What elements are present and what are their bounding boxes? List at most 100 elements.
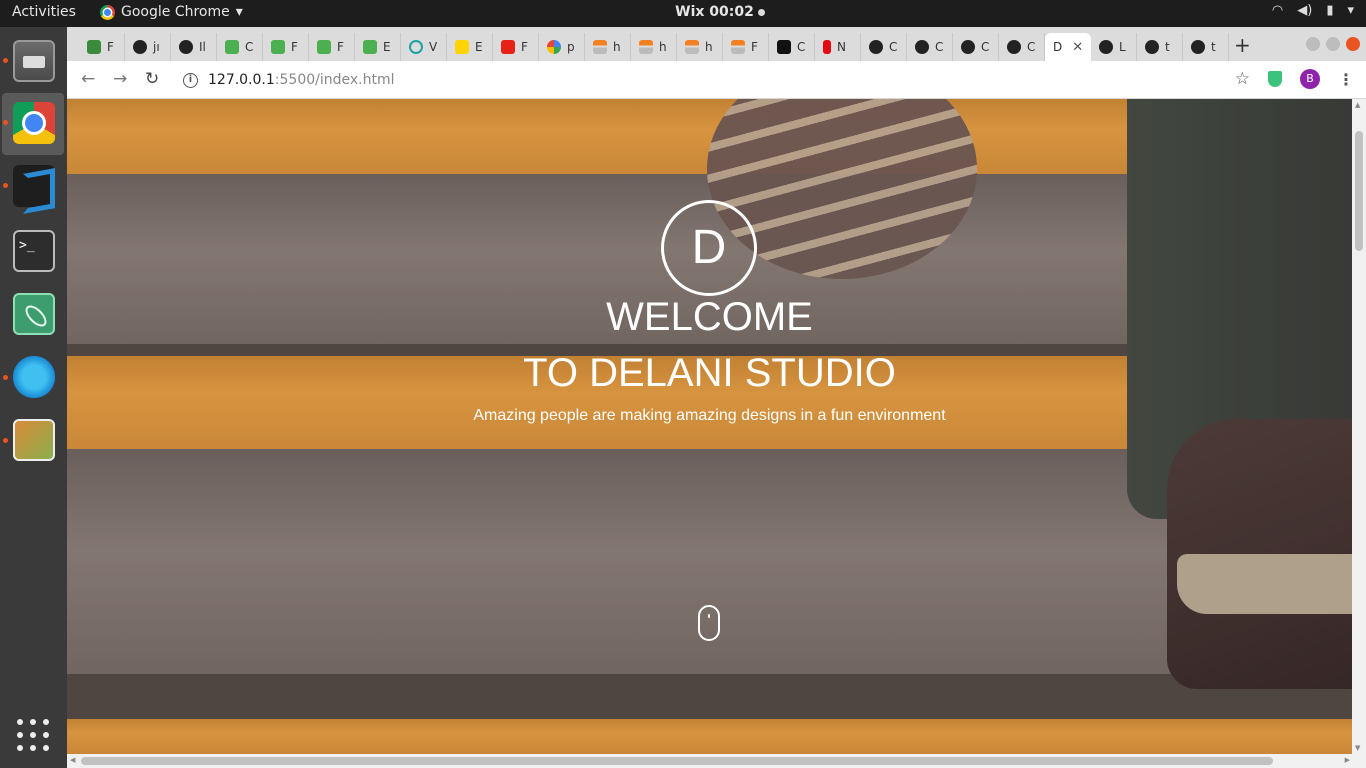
tab-title: t — [1211, 40, 1216, 54]
reload-button[interactable]: ↻ — [145, 69, 159, 89]
tab[interactable]: C — [907, 33, 953, 61]
scroll-down-arrow-icon[interactable]: ▼ — [1355, 744, 1360, 752]
tab[interactable]: jı — [125, 33, 171, 61]
w3schools-icon — [225, 40, 239, 54]
scroll-up-arrow-icon[interactable]: ▲ — [1355, 101, 1360, 109]
new-tab-button[interactable]: + — [1234, 33, 1251, 57]
back-button[interactable]: ← — [81, 69, 95, 89]
tab[interactable]: C — [769, 33, 815, 61]
address-bar[interactable]: i 127.0.0.1:5500/index.html — [183, 67, 1223, 93]
site-info-icon[interactable]: i — [183, 72, 198, 88]
atom-icon — [13, 293, 55, 335]
tab[interactable]: F — [309, 33, 355, 61]
minimize-button[interactable] — [1306, 37, 1320, 51]
extension-shield-icon[interactable] — [1268, 71, 1282, 87]
running-indicator — [3, 438, 8, 443]
scroll-left-arrow-icon[interactable]: ◀ — [70, 756, 75, 764]
tab[interactable]: Il — [171, 33, 217, 61]
show-applications-icon[interactable] — [17, 719, 49, 751]
notification-dot-icon — [757, 8, 765, 16]
tab-title: E — [383, 40, 391, 54]
tab[interactable]: h — [585, 33, 631, 61]
close-window-button[interactable] — [1346, 37, 1360, 51]
dock-splash-app[interactable] — [2, 347, 64, 409]
tab[interactable]: N — [815, 33, 861, 61]
github-icon — [915, 40, 929, 54]
tab-active[interactable]: D ✕ — [1045, 33, 1091, 61]
tab-title: C — [797, 40, 806, 54]
github-icon — [1145, 40, 1159, 54]
tab[interactable]: C — [861, 33, 907, 61]
vertical-scroll-thumb[interactable] — [1355, 131, 1363, 251]
stackoverflow-icon — [731, 40, 745, 54]
github-icon — [961, 40, 975, 54]
chevron-down-icon: ▾ — [1347, 3, 1354, 18]
tab-title: N — [837, 40, 846, 54]
tab[interactable]: t — [1183, 33, 1229, 61]
files-icon — [13, 40, 55, 82]
dock-terminal[interactable]: >_ — [2, 221, 64, 283]
github-icon — [1099, 40, 1113, 54]
tab[interactable]: h — [631, 33, 677, 61]
tab[interactable]: E — [355, 33, 401, 61]
tab-title: p — [567, 40, 575, 54]
tab-title: F — [291, 40, 298, 54]
tab[interactable]: L — [1091, 33, 1137, 61]
hero-section: D WELCOME TO DELANI STUDIO Amazing peopl… — [67, 99, 1352, 754]
tab-title: F — [751, 40, 758, 54]
github-icon — [179, 40, 193, 54]
stackoverflow-icon — [593, 40, 607, 54]
running-indicator — [3, 183, 8, 188]
window-controls — [1306, 37, 1360, 51]
close-tab-icon[interactable]: ✕ — [1072, 40, 1083, 55]
tab[interactable]: F — [79, 33, 125, 61]
wifi-icon: ◠ — [1271, 3, 1284, 18]
tab[interactable]: F — [263, 33, 309, 61]
dock-atom[interactable] — [2, 284, 64, 346]
browser-menu-icon[interactable]: ⋮ — [1338, 70, 1354, 89]
tab-title: V — [429, 40, 438, 54]
scroll-down-mouse-icon[interactable] — [698, 605, 720, 641]
horizontal-scrollbar[interactable]: ◀ ▶ — [67, 754, 1366, 768]
profile-avatar[interactable]: B — [1300, 69, 1320, 89]
system-status-area[interactable]: ◠ ◀) ▮ ▾ — [1272, 3, 1354, 18]
volume-icon: ◀) — [1297, 3, 1313, 18]
splash-icon — [13, 356, 55, 398]
toolbar-actions: ☆ B ⋮ — [1235, 69, 1354, 89]
github-icon — [869, 40, 883, 54]
tab-title: C — [935, 40, 944, 54]
horizontal-scroll-thumb[interactable] — [81, 757, 1273, 765]
tab[interactable]: p — [539, 33, 585, 61]
tab-title: F — [337, 40, 344, 54]
clock-text: Wix 00:02 — [675, 4, 754, 20]
forward-button[interactable]: → — [113, 69, 127, 89]
tab-title: Il — [199, 40, 206, 54]
image-viewer-icon — [13, 419, 55, 461]
netflix-icon — [823, 40, 831, 54]
dock-files[interactable] — [2, 31, 64, 93]
delani-logo: D — [661, 200, 757, 296]
battery-icon: ▮ — [1326, 3, 1334, 18]
dock-vscode[interactable] — [2, 156, 64, 218]
w3schools-icon — [271, 40, 285, 54]
w3schools-icon — [317, 40, 331, 54]
dock-image-viewer[interactable] — [2, 410, 64, 472]
tab[interactable]: E — [447, 33, 493, 61]
tab[interactable]: C — [999, 33, 1045, 61]
maximize-button[interactable] — [1326, 37, 1340, 51]
tab[interactable]: F — [493, 33, 539, 61]
tab[interactable]: V — [401, 33, 447, 61]
vertical-scrollbar[interactable]: ▲ ▼ — [1352, 99, 1366, 754]
bookmark-star-icon[interactable]: ☆ — [1235, 69, 1250, 89]
clock[interactable]: Wix 00:02 — [0, 4, 1366, 20]
tab[interactable]: C — [217, 33, 263, 61]
dock-chrome[interactable] — [2, 93, 64, 155]
green-leaf-icon — [87, 40, 101, 54]
scroll-right-arrow-icon[interactable]: ▶ — [1345, 756, 1350, 764]
tab[interactable]: h — [677, 33, 723, 61]
tab-title: t — [1165, 40, 1170, 54]
tab[interactable]: t — [1137, 33, 1183, 61]
stackoverflow-icon — [639, 40, 653, 54]
tab[interactable]: F — [723, 33, 769, 61]
tab[interactable]: C — [953, 33, 999, 61]
